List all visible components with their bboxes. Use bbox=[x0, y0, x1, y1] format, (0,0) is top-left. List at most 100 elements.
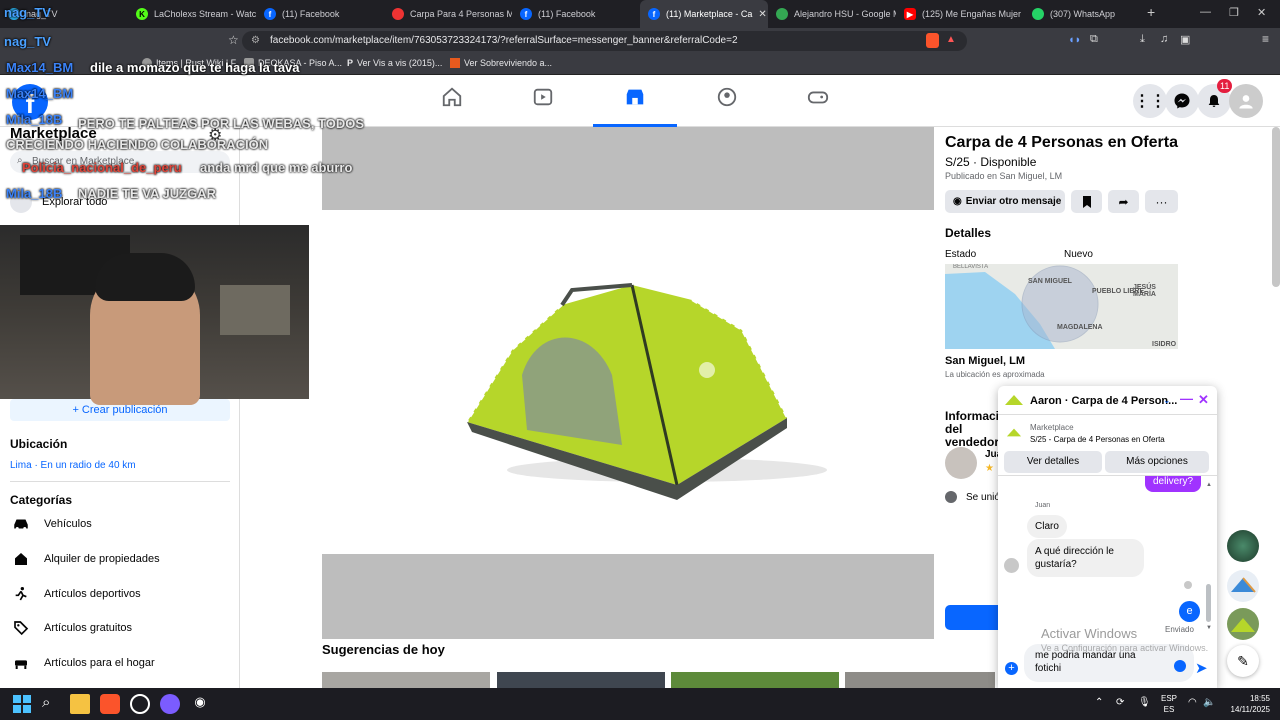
minimize-icon[interactable]: — bbox=[1200, 6, 1211, 18]
overlay-chat-user: nag_TV bbox=[4, 5, 51, 20]
seller-avatar[interactable] bbox=[945, 447, 977, 479]
category-sports[interactable]: Artículos deportivos bbox=[10, 583, 141, 605]
clock[interactable]: 18:55 14/11/2025 bbox=[1222, 693, 1270, 715]
facebook-icon: f bbox=[520, 8, 532, 20]
volume-icon[interactable]: 🔈 bbox=[1203, 697, 1215, 708]
gaming-icon[interactable] bbox=[807, 86, 829, 108]
suggestion-card[interactable] bbox=[322, 672, 490, 688]
language-indicator[interactable]: ESP ES bbox=[1161, 693, 1177, 715]
send-message-button[interactable]: ◉ Enviar otro mensaje bbox=[945, 190, 1065, 213]
scroll-down-icon[interactable]: ▼ bbox=[1206, 625, 1212, 631]
minimize-chat-icon[interactable]: — bbox=[1180, 391, 1193, 406]
close-tab-icon[interactable]: ✕ bbox=[758, 9, 766, 20]
page-scrollbar[interactable] bbox=[1272, 127, 1280, 287]
category-home-goods[interactable]: Artículos para el hogar bbox=[10, 652, 155, 674]
sync-icon[interactable]: ⟳ bbox=[1116, 697, 1124, 708]
restore-icon[interactable]: ❐ bbox=[1229, 6, 1239, 19]
bookmark-vis-a-vis[interactable]: P Ver Vis a vis (2015)... bbox=[347, 58, 442, 68]
category-vehicles[interactable]: Vehículos bbox=[10, 513, 92, 535]
site-settings-icon[interactable]: ⚙ bbox=[251, 31, 260, 51]
chat-head-avatar[interactable] bbox=[1227, 570, 1259, 602]
new-tab-icon[interactable]: + bbox=[1147, 4, 1155, 20]
suggestion-card[interactable] bbox=[497, 672, 665, 688]
close-chat-icon[interactable]: ✕ bbox=[1198, 392, 1209, 408]
save-button[interactable] bbox=[1071, 190, 1102, 213]
tab-whatsapp[interactable]: (307) WhatsApp bbox=[1024, 0, 1152, 28]
more-options-button[interactable]: ··· bbox=[1145, 190, 1178, 213]
marketplace-icon[interactable] bbox=[624, 86, 646, 108]
windows-taskbar: ⌕ ◉ ⌃ ⟳ 🎙 ESP ES ◠ 🔈 18:55 14/11/2025 bbox=[0, 688, 1280, 720]
suggestion-card[interactable] bbox=[845, 672, 995, 688]
close-window-icon[interactable]: ✕ bbox=[1257, 6, 1266, 19]
listing-image-viewer[interactable] bbox=[322, 127, 934, 639]
chat-scrollbar[interactable] bbox=[1206, 584, 1211, 622]
received-message: A qué dirección le gustaría? bbox=[1027, 539, 1144, 577]
view-details-button[interactable]: Ver detalles bbox=[1004, 451, 1102, 473]
brave-rewards-icon[interactable]: ▲ bbox=[946, 34, 956, 45]
overlay-chat-user: Policia_nacional_de_peru bbox=[22, 160, 182, 175]
new-message-icon[interactable]: ✎ bbox=[1227, 645, 1259, 677]
bookmark-sobreviviendo[interactable]: Ver Sobreviviendo a... bbox=[450, 58, 552, 68]
seller-heading: Información del vendedor bbox=[945, 409, 1014, 449]
wifi-icon[interactable]: ◠ bbox=[1188, 697, 1197, 708]
divider bbox=[998, 414, 1217, 415]
home-goods-icon bbox=[10, 652, 32, 674]
category-free[interactable]: Artículos gratuitos bbox=[10, 617, 132, 639]
tab-google-maps[interactable]: Alejandro HSU - Google M bbox=[768, 0, 896, 28]
chat-head-avatar[interactable] bbox=[1227, 530, 1259, 562]
download-icon[interactable]: ⤓ bbox=[1140, 33, 1145, 46]
windows-start-icon[interactable] bbox=[12, 694, 32, 714]
overlay-chat-user: nag_TV bbox=[4, 34, 51, 49]
store-icon bbox=[392, 8, 404, 20]
obs-icon[interactable] bbox=[130, 694, 150, 714]
chat-head-avatar[interactable] bbox=[1227, 608, 1259, 640]
music-icon[interactable]: ♫ bbox=[1160, 33, 1168, 45]
overlay-chat-message: anda mrd que me aburro bbox=[200, 160, 353, 175]
tab-youtube[interactable]: ▶ (125) Me Engañas Mujer bbox=[896, 0, 1024, 28]
discord-icon[interactable] bbox=[160, 694, 180, 714]
facebook-icon bbox=[945, 491, 957, 503]
tab-lacholexs[interactable]: K LaCholexs Stream - Watch bbox=[128, 0, 256, 28]
tab-marketplace[interactable]: f (11) Marketplace - Ca ✕ bbox=[640, 0, 768, 28]
share-button[interactable]: ➦ bbox=[1108, 190, 1139, 213]
tray-chevron-icon[interactable]: ⌃ bbox=[1095, 697, 1103, 708]
messenger-icon[interactable] bbox=[1165, 84, 1199, 118]
menu-icon[interactable]: ≡ bbox=[1262, 32, 1269, 46]
tab-facebook-1[interactable]: f (11) Facebook bbox=[256, 0, 384, 28]
home-icon[interactable] bbox=[441, 86, 463, 108]
sidebar-icon[interactable]: ▣ bbox=[1180, 33, 1190, 46]
microphone-icon[interactable]: 🎙 bbox=[1138, 697, 1151, 708]
chat-header-title[interactable]: Aaron · Carpa de 4 Person... bbox=[1030, 395, 1177, 407]
category-rentals[interactable]: Alquiler de propiedades bbox=[10, 548, 160, 570]
location-map[interactable]: SAN MIGUEL PUEBLO LIBRE JESÚS MARÍA MAGD… bbox=[945, 264, 1178, 349]
location-filter-link[interactable]: Lima · En un radio de 40 km bbox=[10, 460, 136, 471]
joined-text: Se unió bbox=[966, 492, 1000, 503]
facebook-icon: f bbox=[648, 8, 660, 20]
suggestion-card[interactable] bbox=[671, 672, 839, 688]
send-icon[interactable]: ➤ bbox=[1195, 659, 1208, 677]
tent-thumbnail-icon bbox=[1004, 393, 1024, 407]
video-icon[interactable] bbox=[532, 86, 554, 108]
profile-avatar-icon[interactable] bbox=[1229, 84, 1263, 118]
tab-carpa[interactable]: Carpa Para 4 Personas Mo bbox=[384, 0, 512, 28]
media-icon[interactable]: ◖◗ bbox=[1068, 34, 1081, 46]
scroll-up-icon[interactable]: ▲ bbox=[1206, 482, 1212, 488]
extensions-icon[interactable]: ⧉ bbox=[1090, 33, 1098, 46]
kick-icon: K bbox=[136, 8, 148, 20]
brave-shield-icon[interactable] bbox=[926, 33, 939, 48]
brave-browser-icon[interactable] bbox=[100, 694, 120, 714]
url-field[interactable]: ⚙ facebook.com/marketplace/item/76305372… bbox=[242, 31, 967, 51]
sent-status: Enviado bbox=[1165, 625, 1194, 634]
groups-icon[interactable] bbox=[716, 86, 738, 108]
emoji-icon[interactable] bbox=[1174, 660, 1186, 672]
steam-icon[interactable]: ◉ bbox=[190, 694, 210, 714]
menu-grid-icon[interactable]: ⋮⋮ bbox=[1133, 84, 1167, 118]
search-icon[interactable]: ⌕ bbox=[42, 694, 62, 714]
bookmark-icon[interactable]: ☆ bbox=[228, 33, 239, 47]
chevron-down-icon[interactable]: ⌄ bbox=[1163, 395, 1171, 406]
file-explorer-icon[interactable] bbox=[70, 694, 90, 714]
tab-facebook-2[interactable]: f (11) Facebook bbox=[512, 0, 640, 28]
sender-avatar bbox=[1004, 558, 1019, 573]
more-options-chat-button[interactable]: Más opciones bbox=[1105, 451, 1209, 473]
add-attachment-icon[interactable]: + bbox=[1005, 662, 1018, 675]
